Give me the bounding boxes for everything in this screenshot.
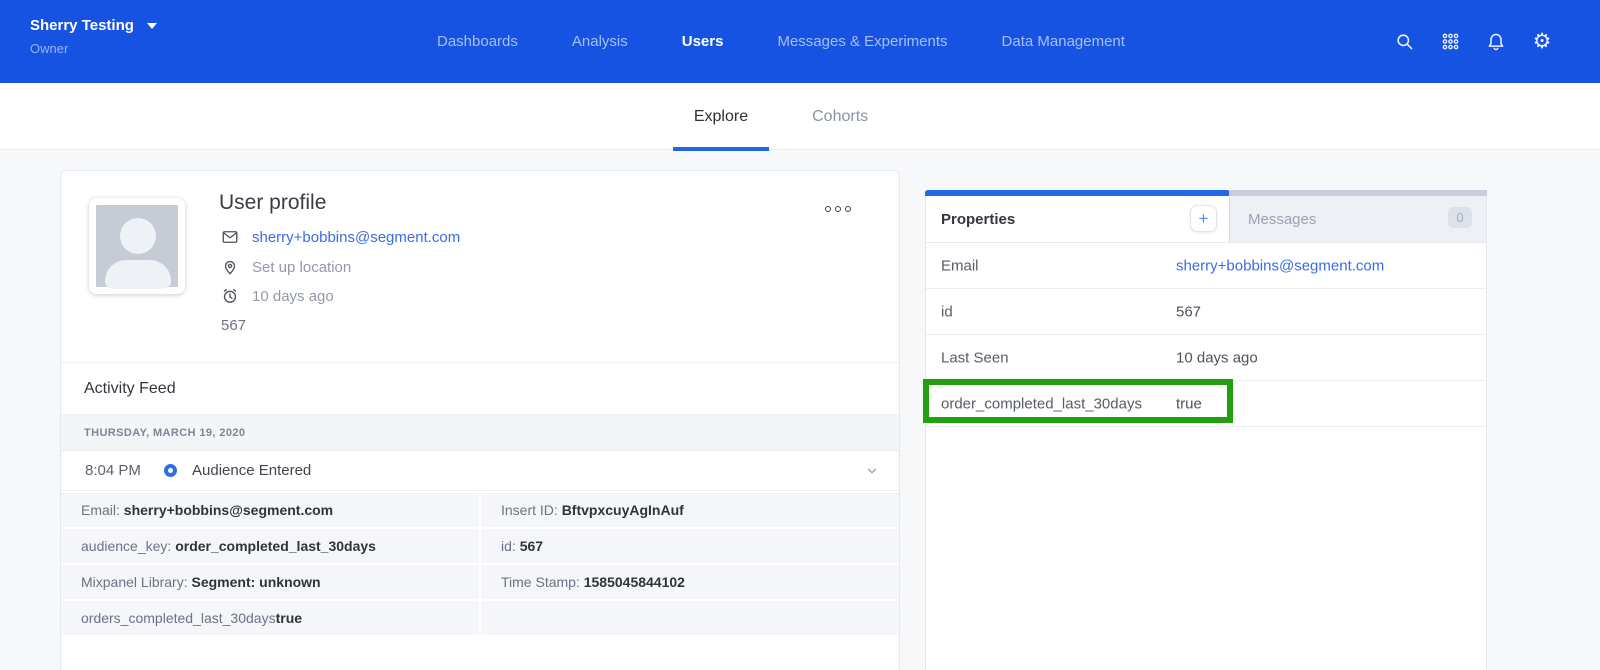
nav-item-users[interactable]: Users <box>682 33 724 50</box>
tab-properties-label: Properties <box>941 211 1015 228</box>
content-area: User profile sherry+bobbins@segment.com … <box>0 150 1600 670</box>
project-switcher[interactable]: Sherry Testing Owner <box>30 17 157 56</box>
chevron-down-icon[interactable] <box>865 464 879 478</box>
tab-properties[interactable]: Properties + <box>926 191 1229 242</box>
event-detail-cell: Email: sherry+bobbins@segment.com <box>61 493 479 527</box>
property-row-last-seen: Last Seen 10 days ago <box>926 335 1486 381</box>
activity-date-header: THURSDAY, MARCH 19, 2020 <box>61 415 899 451</box>
event-detail-cell: audience_key: order_completed_last_30day… <box>61 529 479 563</box>
tab-explore[interactable]: Explore <box>673 83 769 150</box>
property-row-email: Email sherry+bobbins@segment.com <box>926 243 1486 289</box>
profile-id: 567 <box>221 317 246 334</box>
profile-header: User profile sherry+bobbins@segment.com … <box>61 171 899 363</box>
panel-tabs: Properties + Messages 0 <box>926 191 1486 243</box>
nav-item-analysis[interactable]: Analysis <box>572 33 628 50</box>
event-time: 8:04 PM <box>85 462 164 479</box>
event-dot-icon <box>164 464 177 477</box>
chevron-down-icon <box>147 23 157 29</box>
event-detail-cell-empty <box>481 601 899 635</box>
add-property-button[interactable]: + <box>1190 205 1217 232</box>
nav-item-dashboards[interactable]: Dashboards <box>437 33 518 50</box>
property-row-order-completed: order_completed_last_30days true <box>926 381 1486 427</box>
avatar-head-shape <box>120 218 156 254</box>
tab-cohorts-label: Cohorts <box>812 108 868 126</box>
dot-icon <box>825 206 831 212</box>
profile-email-row: sherry+bobbins@segment.com <box>221 228 460 246</box>
settings-gear-icon[interactable]: ⚙ <box>1532 32 1552 52</box>
dot-icon <box>845 206 851 212</box>
activity-feed-title: Activity Feed <box>84 380 176 398</box>
event-details-table: Email: sherry+bobbins@segment.com Insert… <box>61 491 899 635</box>
project-role: Owner <box>30 41 157 56</box>
profile-location-text[interactable]: Set up location <box>252 259 351 276</box>
profile-lastseen-text: 10 days ago <box>252 288 334 305</box>
event-detail-cell: Insert ID: BftvpxcuyAgInAuf <box>481 493 899 527</box>
event-detail-cell: Mixpanel Library: Segment: unknown <box>61 565 479 599</box>
tab-cohorts[interactable]: Cohorts <box>791 83 889 150</box>
dot-icon <box>835 206 841 212</box>
project-name: Sherry Testing <box>30 17 134 34</box>
activity-feed-header: Activity Feed <box>61 363 899 415</box>
search-icon[interactable] <box>1394 32 1414 52</box>
properties-panel: Properties + Messages 0 Email sherry+bob… <box>925 190 1487 670</box>
tab-messages-label: Messages <box>1248 211 1316 228</box>
event-detail-cell: id: 567 <box>481 529 899 563</box>
profile-location-row: Set up location <box>221 258 351 276</box>
app-root: Sherry Testing Owner Dashboards Analysis… <box>0 0 1600 670</box>
alarm-clock-icon <box>221 287 239 305</box>
messages-count-badge: 0 <box>1448 207 1472 228</box>
properties-table: Email sherry+bobbins@segment.com id 567 … <box>926 243 1486 427</box>
event-detail-cell: orders_completed_last_30daystrue <box>61 601 479 635</box>
navbar-icons: ⚙ <box>1394 0 1552 83</box>
tab-messages[interactable]: Messages 0 <box>1229 191 1486 242</box>
event-detail-cell: Time Stamp: 1585045844102 <box>481 565 899 599</box>
nav-item-messages-experiments[interactable]: Messages & Experiments <box>777 33 947 50</box>
property-row-id: id 567 <box>926 289 1486 335</box>
profile-email-link[interactable]: sherry+bobbins@segment.com <box>252 229 460 246</box>
nav-item-data-management[interactable]: Data Management <box>1002 33 1125 50</box>
avatar-body-shape <box>105 260 171 289</box>
more-options-button[interactable] <box>821 202 855 216</box>
avatar <box>89 198 185 294</box>
property-email-link[interactable]: sherry+bobbins@segment.com <box>1176 257 1384 274</box>
envelope-icon <box>221 228 239 246</box>
page-title: User profile <box>219 191 326 215</box>
page-tabbar: Explore Cohorts <box>0 83 1600 150</box>
notifications-bell-icon[interactable] <box>1486 32 1506 52</box>
event-name: Audience Entered <box>192 462 311 479</box>
location-pin-icon <box>221 258 239 276</box>
user-profile-card: User profile sherry+bobbins@segment.com … <box>60 170 900 670</box>
profile-lastseen-row: 10 days ago <box>221 287 334 305</box>
activity-event-row[interactable]: 8:04 PM Audience Entered <box>61 451 899 491</box>
apps-grid-icon[interactable] <box>1440 32 1460 52</box>
top-navbar: Sherry Testing Owner Dashboards Analysis… <box>0 0 1600 83</box>
tab-explore-label: Explore <box>694 108 748 126</box>
main-nav: Dashboards Analysis Users Messages & Exp… <box>437 0 1125 83</box>
